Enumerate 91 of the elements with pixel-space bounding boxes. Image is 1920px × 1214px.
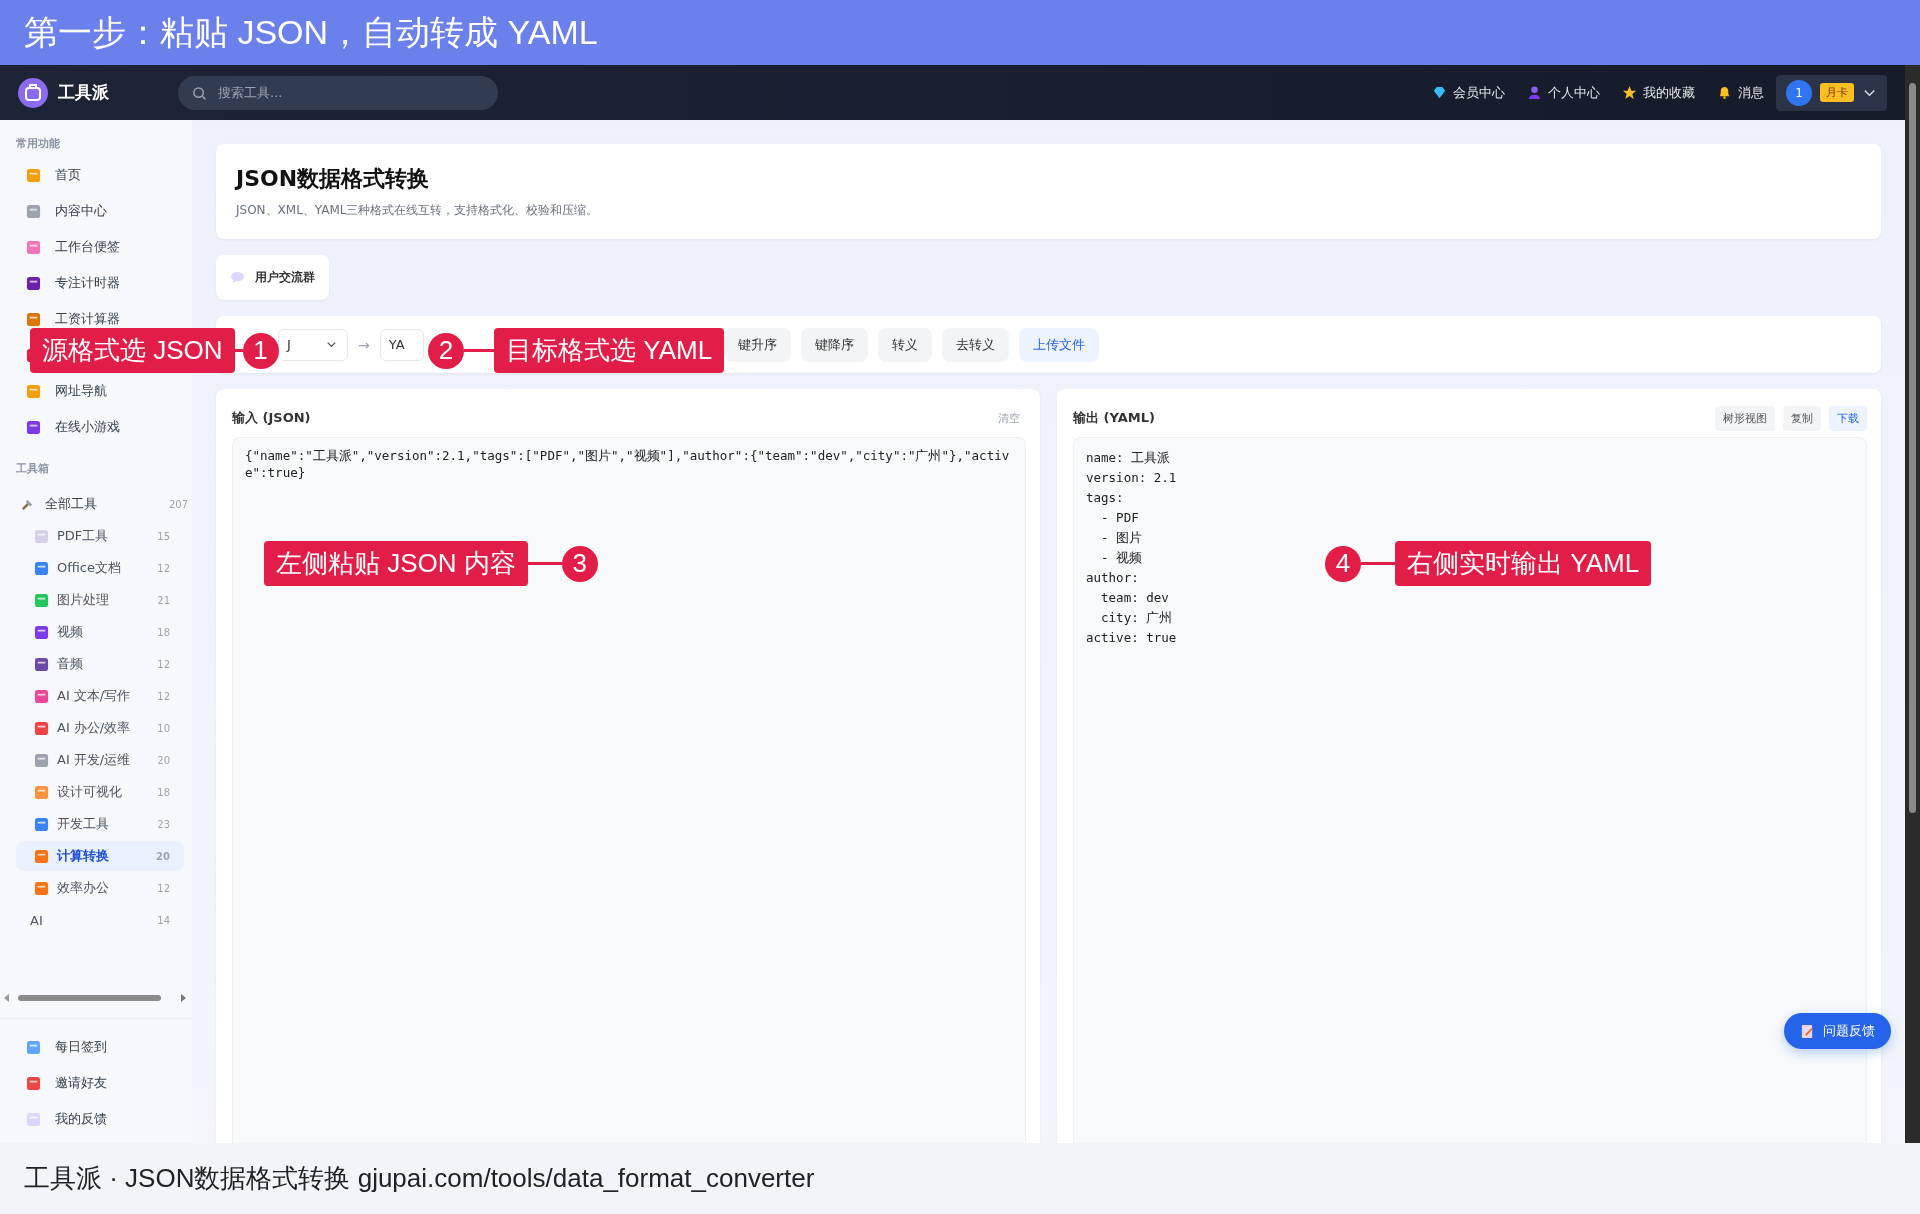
- tree-item[interactable]: Office文档 12: [16, 553, 184, 583]
- sidebar-item[interactable]: 邀请好友: [0, 1065, 192, 1101]
- sidebar-item[interactable]: 在线小游戏: [0, 409, 192, 445]
- category-icon: [26, 275, 41, 291]
- category-icon: [26, 167, 41, 183]
- tree-item[interactable]: 图片处理 21: [16, 585, 184, 615]
- vertical-scrollbar[interactable]: [1905, 65, 1920, 1143]
- arrow-text: →: [358, 336, 370, 353]
- caption-text: 工具派 · JSON数据格式转换 gjupai.com/tools/data_format_converter: [24, 1162, 815, 1195]
- tree-item[interactable]: 视频 18: [16, 617, 184, 647]
- tutorial-title: 第一步：粘贴 JSON，自动转成 YAML: [24, 11, 598, 53]
- nav-link[interactable]: 消息: [1738, 83, 1764, 102]
- category-icon: [34, 880, 49, 896]
- category-icon: [26, 1039, 41, 1055]
- toolbar-button[interactable]: 上传文件: [1018, 327, 1099, 362]
- sidebar-item[interactable]: 我的反馈: [0, 1101, 192, 1137]
- panel-button[interactable]: 复制: [1783, 405, 1821, 431]
- nav-link[interactable]: 个人中心: [1548, 83, 1600, 102]
- callout-tooltip: 右侧实时输出 YAML: [1395, 541, 1652, 586]
- tree-item[interactable]: AI 开发/运维 20: [16, 745, 184, 775]
- feedback-button[interactable]: 问题反馈: [1784, 1013, 1891, 1049]
- category-icon: [34, 720, 49, 736]
- membership-badge: 月卡: [1820, 83, 1854, 102]
- diamond-icon: [1432, 85, 1447, 100]
- tree-item[interactable]: 设计可视化 18: [16, 777, 184, 807]
- bell-icon: [1717, 85, 1732, 100]
- document-icon: [1800, 1023, 1815, 1039]
- category-icon: [34, 624, 49, 640]
- nav-link[interactable]: 我的收藏: [1643, 83, 1695, 102]
- category-icon: [34, 656, 49, 672]
- tree-item[interactable]: AI 文本/写作 12: [16, 681, 184, 711]
- person-icon: [1527, 85, 1542, 100]
- callout-tooltip: 源格式选 JSON: [30, 328, 235, 373]
- callout-tooltip: 左侧粘贴 JSON 内容: [264, 541, 528, 586]
- category-icon: [26, 419, 41, 435]
- sidebar-item[interactable]: 专注计时器: [0, 265, 192, 301]
- category-icon: [34, 752, 49, 768]
- sidebar-item[interactable]: 工作台便签: [0, 229, 192, 265]
- source-format-select[interactable]: J: [278, 328, 348, 361]
- tree-item[interactable]: AI 14: [16, 905, 184, 935]
- tree-item[interactable]: 全部工具 207: [0, 488, 192, 520]
- page-subtitle: JSON、XML、YAML三种格式在线互转，支持格式化、校验和压缩。: [236, 202, 600, 219]
- toolbar-button[interactable]: 键降序: [800, 327, 868, 362]
- star-icon: [1622, 85, 1637, 100]
- section-title: 工具箱: [15, 461, 50, 476]
- category-icon: [34, 848, 49, 864]
- sidebar-item[interactable]: 每日签到: [0, 1029, 192, 1065]
- toolbar-button[interactable]: 转义: [877, 327, 932, 362]
- category-icon: [26, 1075, 41, 1091]
- search-field[interactable]: 搜索工具...: [178, 75, 498, 110]
- speech-bubble-icon: [230, 270, 245, 285]
- search-icon: [192, 85, 207, 101]
- category-icon: [34, 784, 49, 800]
- page-title: JSON数据格式转换: [236, 165, 431, 193]
- category-icon: [34, 816, 49, 832]
- tree-item[interactable]: 开发工具 23: [16, 809, 184, 839]
- category-icon: [26, 239, 41, 255]
- category-icon: [34, 528, 49, 544]
- tree-item[interactable]: 效率办公 12: [16, 873, 184, 903]
- user-menu[interactable]: 1 月卡: [1776, 74, 1887, 111]
- section-title: 常用功能: [15, 136, 61, 151]
- category-icon: [26, 383, 41, 399]
- toolbar-button[interactable]: 键升序: [723, 327, 791, 362]
- brand-name: 工具派: [58, 81, 110, 104]
- sidebar-item[interactable]: 内容中心: [0, 193, 192, 229]
- toolbar-button[interactable]: 去转义: [941, 327, 1009, 362]
- tree-item[interactable]: PDF工具 15: [16, 521, 184, 551]
- tree-item[interactable]: AI 办公/效率 10: [16, 713, 184, 743]
- category-icon: [34, 560, 49, 576]
- leader-line: [464, 349, 494, 352]
- tree-item[interactable]: 音频 12: [16, 649, 184, 679]
- tree-item[interactable]: 计算转换 20: [16, 841, 184, 871]
- category-icon: [26, 203, 41, 219]
- group-chat-button[interactable]: 用户交流群: [216, 255, 329, 300]
- nav-link[interactable]: 会员中心: [1453, 83, 1505, 102]
- category-icon: [34, 592, 49, 608]
- logo-icon: [18, 77, 48, 108]
- sidebar-item[interactable]: 网址导航: [0, 373, 192, 409]
- leader-line: [527, 562, 562, 565]
- callout-tooltip: 目标格式选 YAML: [494, 328, 725, 373]
- category-icon: [34, 688, 49, 704]
- panel-title: 输出 (YAML): [1073, 409, 1155, 427]
- user-avatar: 1: [1786, 79, 1812, 106]
- panel-button[interactable]: 下载: [1829, 405, 1867, 431]
- leader-line: [1361, 562, 1395, 565]
- panel-title: 输入 (JSON): [232, 409, 311, 427]
- category-icon: [26, 1111, 41, 1127]
- category-icon: [26, 311, 41, 327]
- panel-button[interactable]: 树形视图: [1715, 405, 1775, 431]
- sidebar-item[interactable]: 首页: [0, 157, 192, 193]
- target-format-select[interactable]: YA: [379, 328, 424, 361]
